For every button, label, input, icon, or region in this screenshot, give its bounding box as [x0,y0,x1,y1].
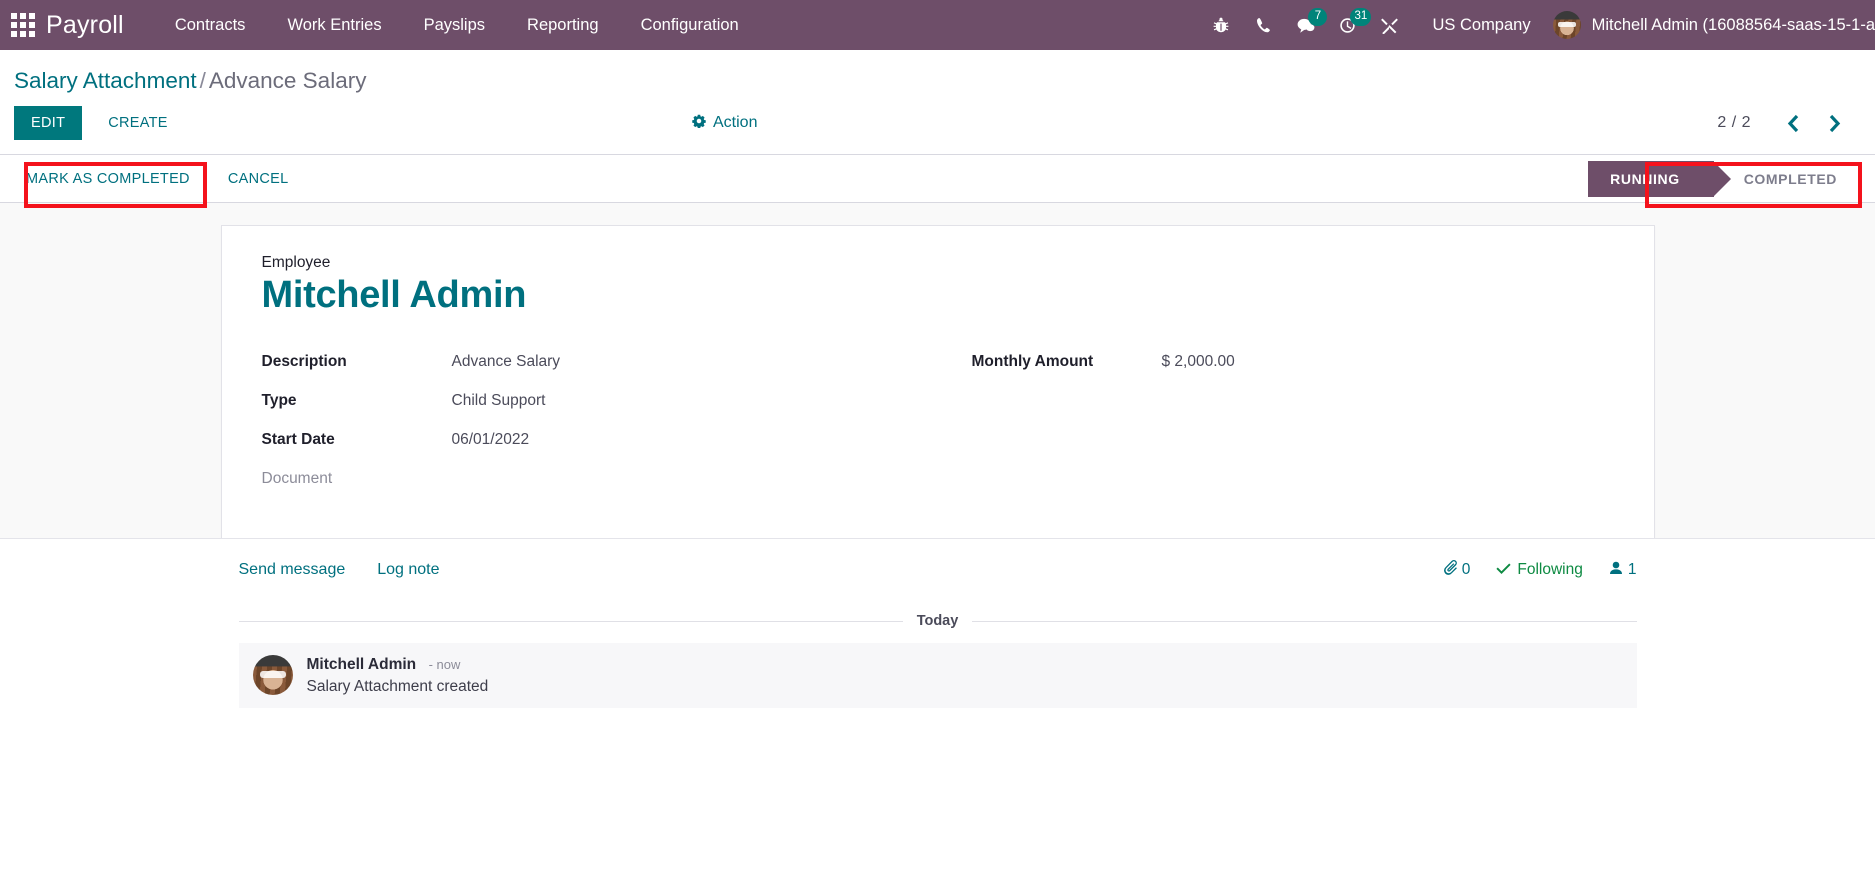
paperclip-icon [1443,560,1457,580]
day-separator-label: Today [916,613,959,629]
field-value[interactable]: Child Support [452,392,546,410]
breadcrumb-current: Advance Salary [208,68,367,93]
form-column-left: Description Advance Salary Type Child Su… [262,353,938,509]
record-form-sheet: Employee Mitchell Admin Description Adva… [220,225,1655,550]
chatter-inner: Send message Log note 0 Following 1 Toda… [221,539,1655,708]
status-pill-completed[interactable]: COMPLETED [1714,161,1861,197]
form-fields: Description Advance Salary Type Child Su… [262,353,1614,509]
activities-icon[interactable]: 31 [1326,0,1372,50]
control-panel-buttons: EDIT CREATE Action 2 / 2 [0,98,1875,154]
user-name: Mitchell Admin (16088564-saas-15-1-a [1591,15,1875,34]
field-type: Type Child Support [262,392,938,414]
pager-next-button[interactable] [1814,112,1855,135]
followers-button[interactable]: 1 [1609,561,1637,580]
field-start-date: Start Date 06/01/2022 [262,431,938,453]
message-text: Salary Attachment created [306,678,489,695]
messages-badge: 7 [1308,8,1328,26]
top-navbar: Payroll Contracts Work Entries Payslips … [0,0,1875,50]
message-author[interactable]: Mitchell Admin [307,656,417,673]
message-body: Mitchell Admin - now Salary Attachment c… [307,655,489,696]
edit-button[interactable]: EDIT [14,106,83,140]
separator-line-left [238,620,903,622]
menu-contracts[interactable]: Contracts [154,0,267,50]
check-icon [1496,561,1511,579]
control-panel: Salary Attachment / Advance Salary EDIT CR… [0,50,1875,154]
field-document: Document [262,470,938,492]
menu-payslips[interactable]: Payslips [403,0,506,50]
chatter: Send message Log note 0 Following 1 Toda… [0,538,1875,708]
cancel-button[interactable]: CANCEL [216,163,301,195]
phone-icon[interactable] [1242,0,1284,50]
user-icon [1609,561,1623,580]
status-pills: RUNNING COMPLETED [1588,160,1861,197]
status-pill-running[interactable]: RUNNING [1588,160,1731,197]
send-message-button[interactable]: Send message [239,557,356,583]
mark-as-completed-button[interactable]: MARK AS COMPLETED [14,163,202,195]
messages-icon[interactable]: 7 [1284,0,1328,50]
pager-count[interactable]: 2 / 2 [1717,114,1773,132]
field-label: Document [261,469,333,487]
field-description: Description Advance Salary [262,353,938,375]
field-label: Description [261,352,347,370]
breadcrumb: Salary Attachment / Advance Salary [0,50,1875,98]
chatter-status-group: 0 Following 1 [1443,560,1637,580]
form-column-right: Monthly Amount $ 2,000.00 [938,353,1614,509]
action-label: Action [713,114,758,131]
breadcrumb-parent[interactable]: Salary Attachment [14,68,197,93]
app-brand-payroll[interactable]: Payroll [46,11,154,40]
employee-name: Mitchell Admin [261,274,527,316]
apps-menu-button[interactable] [0,0,46,50]
breadcrumb-separator: / [199,68,206,93]
pager-previous-button[interactable] [1773,112,1814,135]
attachment-count: 0 [1461,561,1471,578]
menu-work-entries[interactable]: Work Entries [266,0,402,50]
message-timestamp: - now [428,657,461,672]
menu-configuration[interactable]: Configuration [620,0,760,50]
bug-icon[interactable] [1200,0,1242,50]
attachments-button[interactable]: 0 [1443,560,1471,580]
create-button[interactable]: CREATE [92,106,184,140]
action-menu[interactable]: Action [692,114,757,133]
field-value[interactable]: 06/01/2022 [452,431,530,449]
separator-line-right [972,620,1637,622]
pager: 2 / 2 [1717,112,1861,135]
avatar [252,655,293,695]
field-label: Type [261,391,297,409]
gear-icon [692,114,706,133]
apps-grid-icon [11,13,35,37]
tools-icon[interactable] [1368,0,1410,50]
user-menu[interactable]: Mitchell Admin (16088564-saas-15-1-a [1547,11,1875,39]
field-label: Start Date [261,430,335,448]
field-value[interactable]: Advance Salary [452,353,561,371]
followers-count: 1 [1627,561,1637,578]
avatar [1552,11,1581,39]
log-note-button[interactable]: Log note [377,557,449,583]
message-item: Mitchell Admin - now Salary Attachment c… [238,643,1637,708]
following-button[interactable]: Following [1496,561,1583,579]
menu-reporting[interactable]: Reporting [506,0,620,50]
field-label: Monthly Amount [971,352,1094,370]
company-switcher[interactable]: US Company [1410,16,1546,35]
field-monthly-amount: Monthly Amount $ 2,000.00 [972,353,1614,375]
day-separator: Today [238,613,1637,629]
field-value[interactable]: $ 2,000.00 [1162,353,1235,371]
sheet-background: Employee Mitchell Admin Description Adva… [0,203,1875,550]
message-header: Mitchell Admin - now [307,656,489,674]
status-bar: MARK AS COMPLETED CANCEL RUNNING COMPLET… [0,154,1875,208]
chatter-toolbar: Send message Log note 0 Following 1 [239,557,1637,593]
navbar-right-group: 7 31 US Company Mitchell Admin (16088564… [1200,0,1875,50]
following-label: Following [1517,561,1583,578]
employee-label: Employee [261,254,331,271]
